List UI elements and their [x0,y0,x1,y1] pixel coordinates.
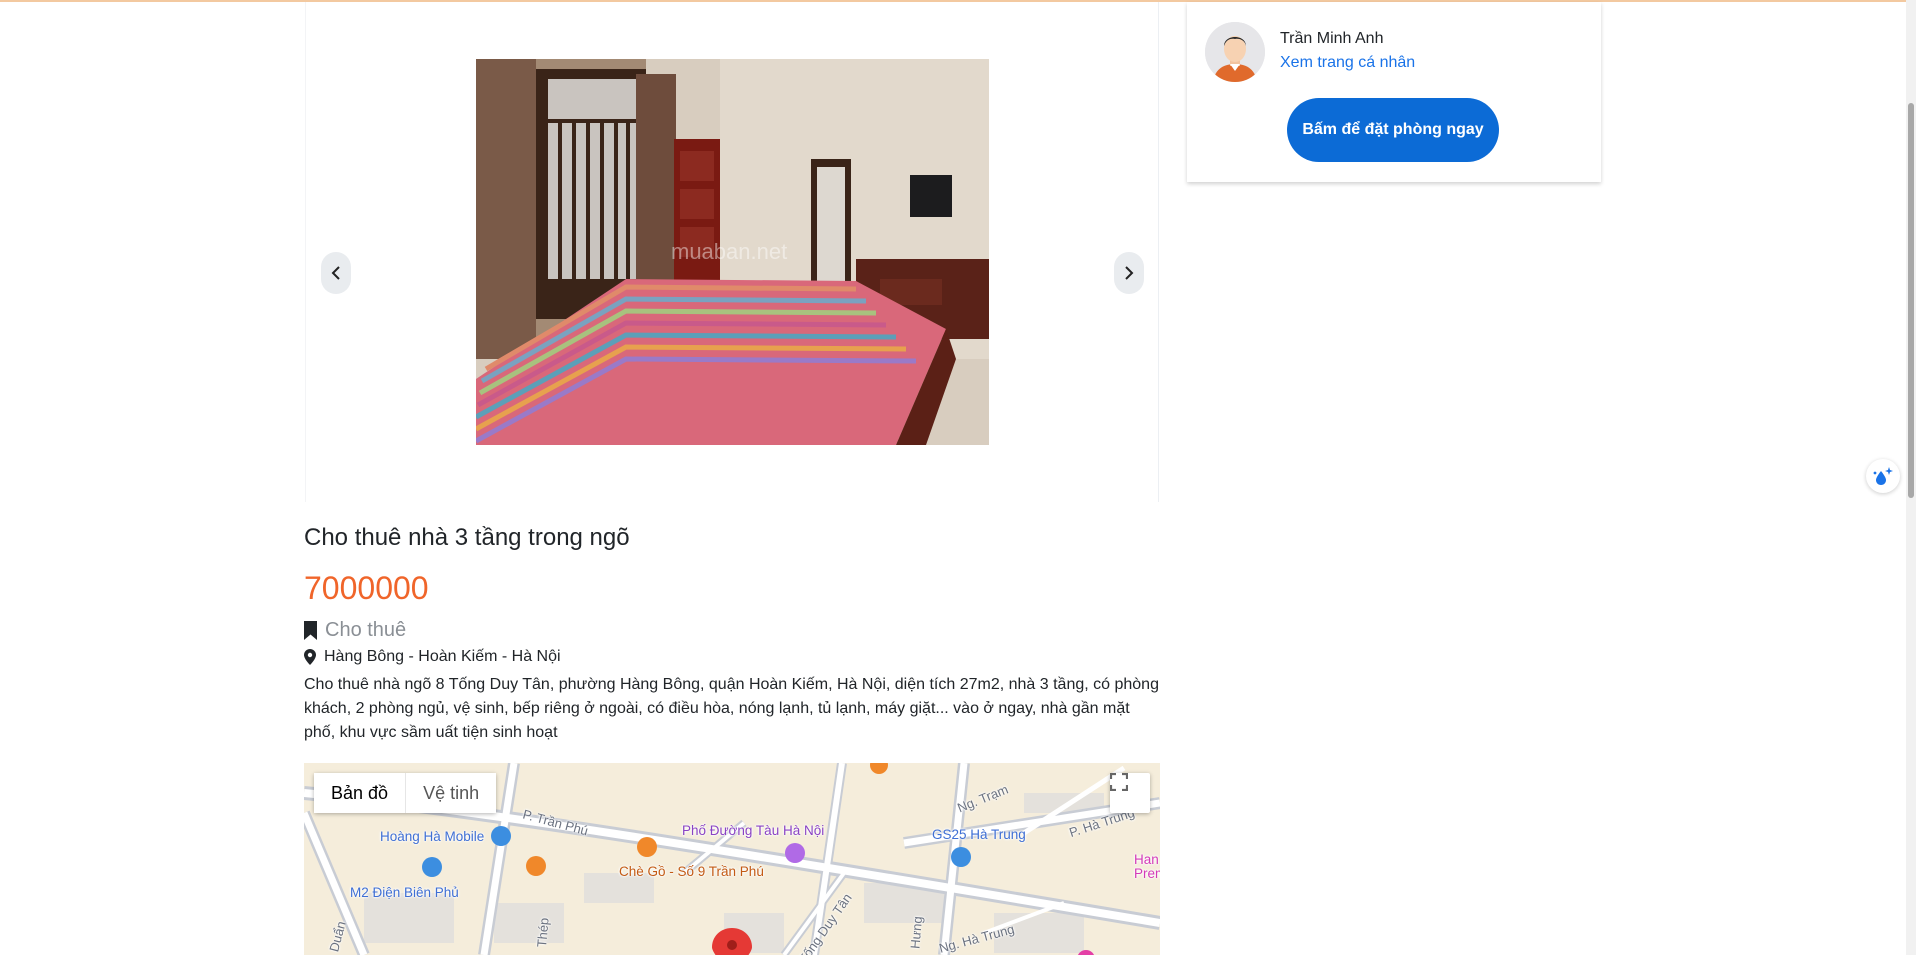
page-scrollbar[interactable] [1906,0,1916,955]
chevron-right-icon [1125,266,1134,280]
map-pin-icon [304,649,316,665]
assistant-widget[interactable] [1866,459,1900,493]
map-label-che-go[interactable]: Chè Gồ - Số 9 Trần Phú [619,864,764,879]
map-label-gs25[interactable]: GS25 Hà Trung [932,827,1026,842]
listing-title: Cho thuê nhà 3 tầng trong ngõ [304,524,630,551]
road-label-thep: Thép [534,917,552,948]
map-fullscreen-button[interactable] [1110,773,1150,813]
map-tab-satellite[interactable]: Vệ tinh [405,773,497,813]
map-tab-map[interactable]: Bản đồ [314,773,406,813]
listing-description: Cho thuê nhà ngõ 8 Tống Duy Tân, phường … [304,676,1159,741]
map-label-hoang-ha-mobile[interactable]: Hoàng Hà Mobile [380,829,484,844]
listing-location: Hàng Bông - Hoàn Kiếm - Hà Nội [304,648,561,666]
road-label-hung: Hưng [907,915,926,950]
sparkle-drop-icon [1873,467,1893,485]
book-room-button[interactable]: Bấm để đặt phòng ngay [1287,98,1499,162]
scrollbar-thumb[interactable] [1908,103,1914,498]
owner-name: Trần Minh Anh [1280,30,1384,47]
gallery-next-button[interactable] [1114,252,1144,294]
location-label: Hàng Bông - Hoàn Kiếm - Hà Nội [324,648,561,665]
chevron-left-icon [331,266,340,280]
map-label-han-prem[interactable]: Han Prem [1134,853,1160,881]
owner-card: Trần Minh Anh Xem trang cá nhân Bấm để đ… [1187,2,1601,182]
category-label: Cho thuê [325,619,407,641]
listing-photo[interactable]: muaban.net [476,59,989,445]
location-map[interactable]: Hoàng Hà Mobile M2 Điện Biên Phủ Chè Gồ … [304,763,1160,955]
map-label-pho-duong-tau[interactable]: Phố Đường Tàu Hà Nội [682,823,824,838]
map-label-m2-dien-bien-phu[interactable]: M2 Điện Biên Phủ [350,885,459,900]
listing-category: Cho thuê [304,619,406,642]
owner-avatar[interactable] [1205,22,1265,82]
fullscreen-icon [1110,773,1128,791]
view-profile-link[interactable]: Xem trang cá nhân [1280,54,1415,72]
svg-text:muaban.net: muaban.net [671,239,787,264]
listing-price: 7000000 [304,570,429,606]
map-type-control: Bản đồ Vệ tinh [314,773,497,813]
gallery-prev-button[interactable] [321,252,351,294]
bookmark-icon [304,621,317,640]
